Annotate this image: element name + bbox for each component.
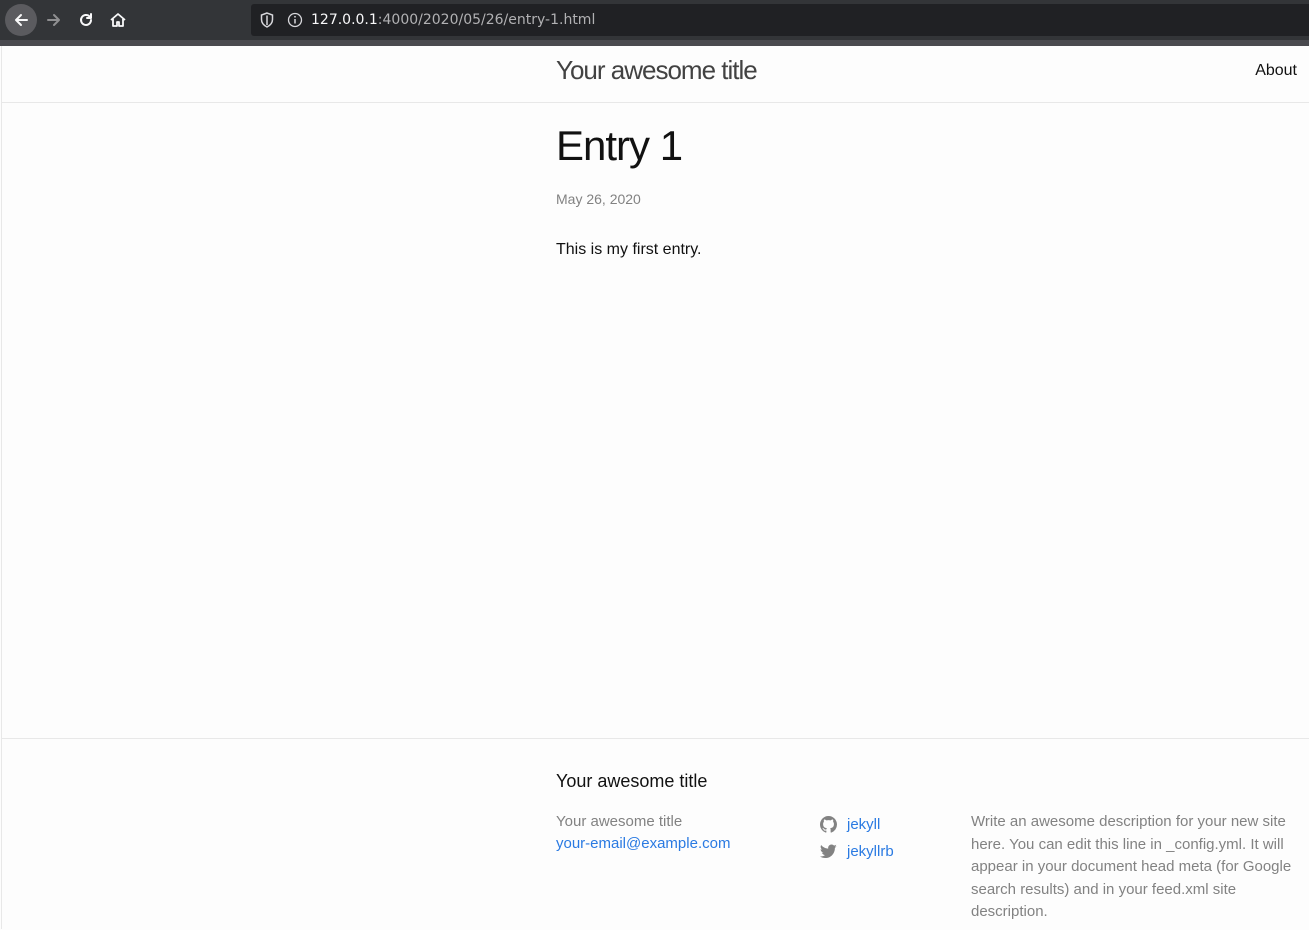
url-text[interactable]: 127.0.0.1:4000/2020/05/26/entry-1.html bbox=[311, 12, 595, 28]
back-button[interactable] bbox=[5, 4, 37, 36]
arrow-right-icon bbox=[47, 14, 60, 26]
site-footer: Your awesome title Your awesome title yo… bbox=[2, 738, 1309, 930]
arrow-left-icon bbox=[15, 14, 28, 26]
url-path: :4000/2020/05/26/entry-1.html bbox=[377, 12, 596, 28]
post-title: Entry 1 bbox=[556, 122, 683, 169]
social-link-twitter[interactable]: jekyllrb bbox=[819, 838, 894, 865]
github-icon bbox=[819, 816, 837, 834]
site-info-icon[interactable] bbox=[287, 12, 303, 28]
social-label: jekyll bbox=[847, 816, 881, 833]
reload-icon bbox=[80, 13, 92, 26]
footer-description: Write an awesome description for your ne… bbox=[971, 813, 1292, 920]
site-title-link[interactable]: Your awesome title bbox=[556, 55, 758, 86]
twitter-icon bbox=[819, 843, 837, 861]
browser-toolbar: 127.0.0.1:4000/2020/05/26/entry-1.html bbox=[0, 0, 1309, 46]
nav-link-about[interactable]: About bbox=[1255, 62, 1297, 80]
forward-button[interactable] bbox=[39, 5, 69, 35]
url-host: 127.0.0.1 bbox=[311, 12, 378, 28]
footer-email-link[interactable]: your-email@example.com bbox=[556, 835, 730, 852]
tracking-protection-shield-icon[interactable] bbox=[259, 12, 275, 28]
social-label: jekyllrb bbox=[847, 843, 894, 860]
post-date: May 26, 2020 bbox=[556, 191, 641, 207]
home-icon bbox=[110, 13, 126, 27]
page-content: Your awesome title About Entry 1 May 26,… bbox=[1, 46, 1309, 929]
footer-heading: Your awesome title bbox=[556, 771, 708, 791]
footer-social: jekyll jekyllrb bbox=[819, 811, 894, 865]
post-content: This is my first entry. bbox=[556, 241, 702, 258]
footer-name: Your awesome title bbox=[556, 813, 683, 830]
reload-button[interactable] bbox=[71, 5, 101, 35]
url-bar[interactable]: 127.0.0.1:4000/2020/05/26/entry-1.html bbox=[251, 4, 1309, 36]
home-button[interactable] bbox=[103, 5, 133, 35]
footer-contact: Your awesome title your-email@example.co… bbox=[556, 811, 730, 855]
social-link-github[interactable]: jekyll bbox=[819, 811, 894, 838]
site-header: Your awesome title About bbox=[2, 46, 1309, 103]
